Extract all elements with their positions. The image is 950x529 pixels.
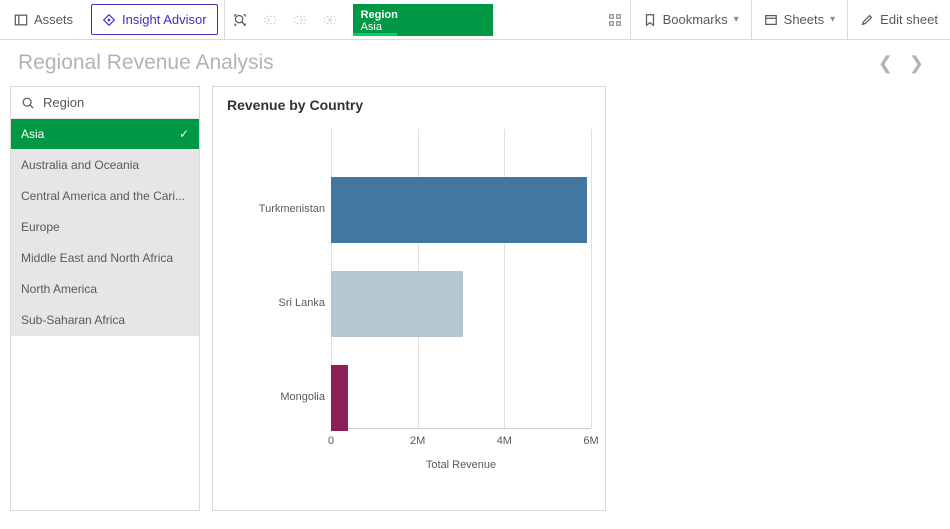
category-label: Mongolia [231, 391, 325, 403]
bookmarks-button[interactable]: Bookmarks ▾ [631, 0, 751, 39]
filterpane-item[interactable]: Central America and the Cari... [11, 181, 199, 212]
clear-selections-button[interactable] [315, 0, 345, 39]
title-bar: Regional Revenue Analysis ❮ ❯ [0, 40, 950, 86]
page-title: Regional Revenue Analysis [18, 51, 870, 75]
next-sheet-button[interactable]: ❯ [901, 53, 932, 74]
filterpane-item-label: Europe [21, 220, 60, 234]
smart-search-icon [233, 13, 247, 27]
insight-label: Insight Advisor [122, 12, 207, 27]
edit-sheet-button[interactable]: Edit sheet [848, 0, 950, 39]
top-toolbar: Assets Insight Advisor Region Asia Bookm… [0, 0, 950, 40]
filterpane-item-label: Central America and the Cari... [21, 189, 185, 203]
grid-button[interactable] [600, 0, 630, 39]
selection-field: Region [361, 9, 485, 21]
chevron-down-icon: ▾ [830, 14, 835, 25]
x-tick-label: 2M [410, 435, 425, 447]
sheets-label: Sheets [784, 12, 824, 27]
step-back-button[interactable] [255, 0, 285, 39]
selection-indicator [353, 33, 398, 36]
assets-icon [14, 13, 28, 27]
filterpane-item[interactable]: Middle East and North Africa [11, 243, 199, 274]
check-icon: ✓ [179, 127, 189, 141]
x-axis-label: Total Revenue [331, 459, 591, 471]
filterpane-item-label: Australia and Oceania [21, 158, 139, 172]
search-icon [21, 96, 35, 110]
filterpane-item[interactable]: Australia and Oceania [11, 150, 199, 181]
x-tick-label: 6M [583, 435, 598, 447]
bar[interactable] [331, 271, 463, 337]
bar[interactable] [331, 365, 348, 431]
assets-label: Assets [34, 12, 73, 27]
insight-advisor-button[interactable]: Insight Advisor [91, 4, 218, 35]
gridline [504, 129, 505, 428]
chart-plot: Total Revenue 02M4M6MTurkmenistanSri Lan… [231, 129, 591, 459]
gridline [591, 129, 592, 428]
step-forward-button[interactable] [285, 0, 315, 39]
content-area: Region Asia ✓ Australia and Oceania Central… [0, 86, 950, 521]
filterpane-item[interactable]: Sub-Saharan Africa [11, 305, 199, 336]
filterpane-item-label: Middle East and North Africa [21, 251, 173, 265]
sheets-icon [764, 13, 778, 27]
x-tick-label: 0 [328, 435, 334, 447]
step-back-icon [263, 13, 277, 27]
smart-search-button[interactable] [225, 0, 255, 39]
selection-pill[interactable]: Region Asia [353, 4, 493, 36]
toolbar-spacer [497, 0, 600, 39]
edit-icon [860, 13, 874, 27]
edit-label: Edit sheet [880, 12, 938, 27]
filterpane-item[interactable]: Asia ✓ [11, 119, 199, 150]
filterpane-header[interactable]: Region [11, 87, 199, 119]
step-forward-icon [293, 13, 307, 27]
category-label: Turkmenistan [231, 203, 325, 215]
filterpane-item-label: Sub-Saharan Africa [21, 313, 125, 327]
filterpane-item-label: North America [21, 282, 97, 296]
category-label: Sri Lanka [231, 297, 325, 309]
filter-pane: Region Asia ✓ Australia and Oceania Central… [10, 86, 200, 511]
chart-card[interactable]: Revenue by Country Total Revenue 0 2M 4M 6M… [212, 86, 606, 511]
assets-button[interactable]: Assets [0, 0, 85, 39]
selection-value: Asia [361, 21, 485, 33]
bookmark-icon [643, 13, 657, 27]
filterpane-title: Region [43, 95, 84, 110]
chart-title: Revenue by Country [227, 97, 591, 113]
filterpane-item[interactable]: North America [11, 274, 199, 305]
insight-icon [102, 13, 116, 27]
grid-icon [608, 13, 622, 27]
bookmarks-label: Bookmarks [663, 12, 728, 27]
bar[interactable] [331, 177, 587, 243]
filterpane-item-label: Asia [21, 127, 44, 141]
filterpane-list: Asia ✓ Australia and Oceania Central Americ… [11, 119, 199, 336]
x-tick-label: 4M [497, 435, 512, 447]
prev-sheet-button[interactable]: ❮ [870, 53, 901, 74]
clear-selections-icon [323, 13, 337, 27]
sheets-button[interactable]: Sheets ▾ [752, 0, 848, 39]
filterpane-item[interactable]: Europe [11, 212, 199, 243]
chevron-down-icon: ▾ [734, 14, 739, 25]
